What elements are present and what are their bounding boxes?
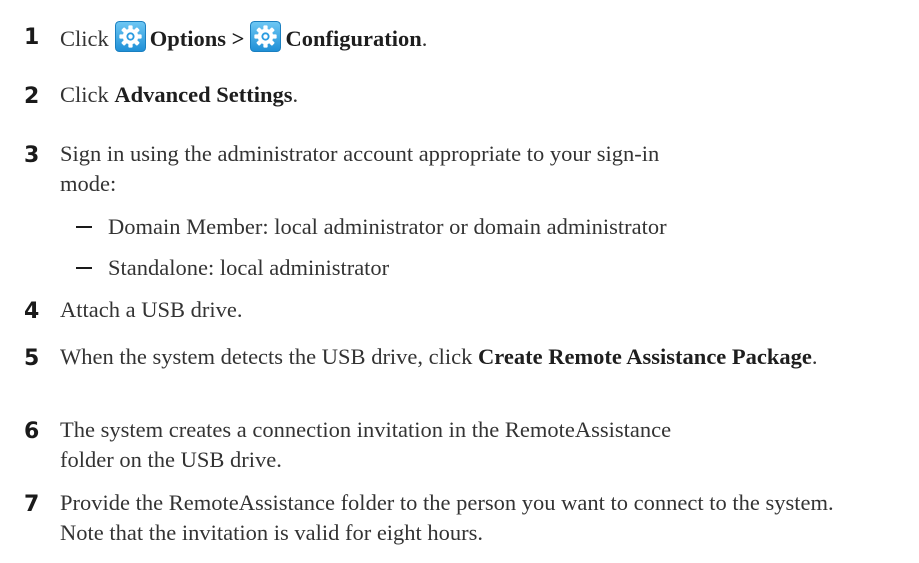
step-number: 1 (24, 25, 40, 50)
step-text-prefix: Click (60, 82, 115, 107)
step-number: 6 (24, 419, 40, 444)
step-text-prefix: When the system detects the USB drive, c… (60, 344, 479, 369)
configuration-menu-label: Configuration (285, 26, 422, 51)
create-remote-assistance-package-label: Create Remote Assistance Package (478, 344, 812, 369)
step-text: Click Advanced Settings. (60, 80, 915, 110)
bullet-dash (76, 226, 92, 228)
step-number: 5 (24, 346, 40, 371)
options-menu-label: Options > (149, 26, 245, 51)
gear-icon (250, 21, 282, 52)
step-text: When the system detects the USB drive, c… (60, 342, 915, 372)
step-text: Sign in using the administrator account … (60, 141, 660, 196)
step-number: 7 (24, 492, 40, 517)
sub-item: Standalone: local administrator (108, 255, 390, 280)
bullet-dash (76, 267, 92, 269)
advanced-settings-label: Advanced Settings (114, 82, 293, 107)
step-text: Provide the RemoteAssistance folder to t… (60, 490, 834, 545)
step-text-suffix: . (811, 344, 818, 369)
step-number: 2 (24, 84, 40, 109)
step-text-suffix: . (292, 82, 299, 107)
step-text: Attach a USB drive. (60, 297, 243, 322)
sub-item: Domain Member: local administrator or do… (108, 214, 667, 239)
step-number: 4 (24, 299, 40, 324)
step-text-prefix: Click (60, 26, 109, 51)
step-number: 3 (24, 143, 40, 168)
gear-icon (114, 21, 146, 52)
step-text-suffix: . (421, 26, 428, 51)
step-text: Click Options > Configuration. (60, 21, 915, 54)
step-text: The system creates a connection invitati… (60, 417, 672, 472)
